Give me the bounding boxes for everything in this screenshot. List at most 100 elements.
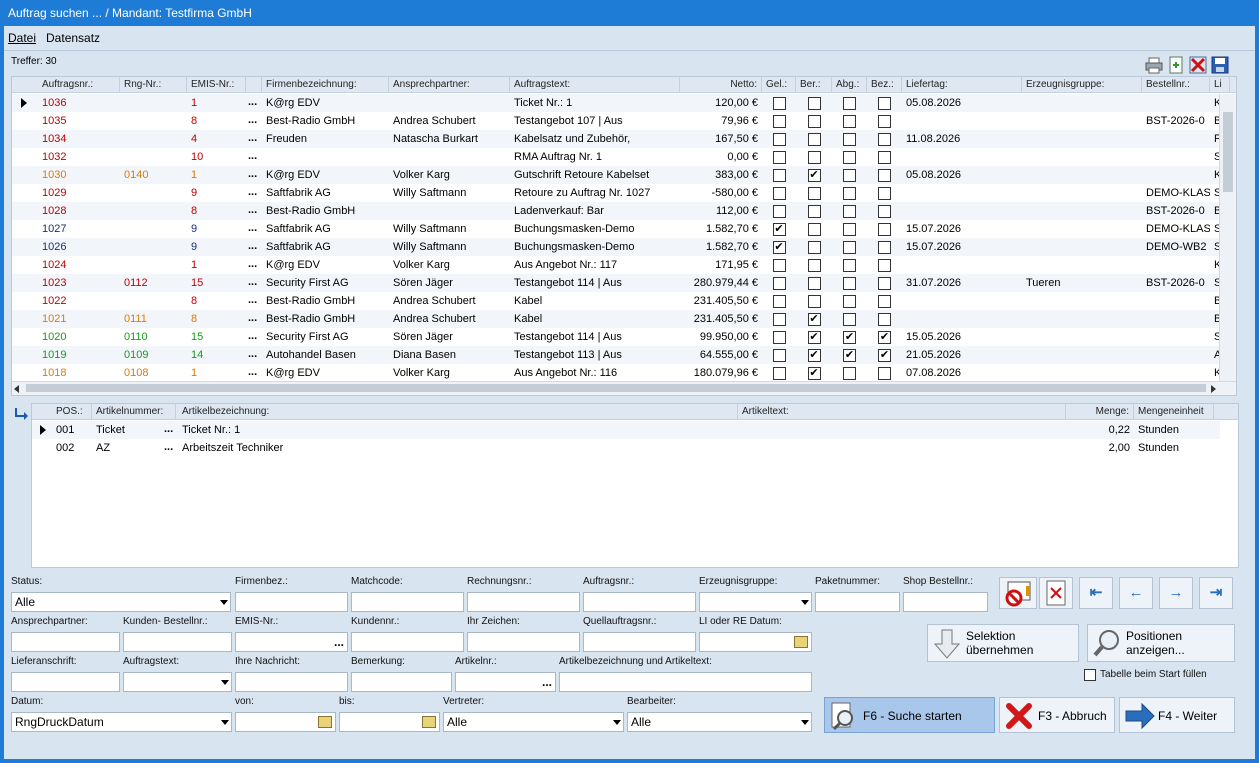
ber-checkbox[interactable]: ✔: [807, 313, 821, 326]
ellipsis-button[interactable]: ...: [248, 202, 257, 220]
orders-row[interactable]: 1024 1... K@rg EDV Volker Karg Aus Angebot N…: [12, 256, 1219, 274]
orders-header-cell[interactable]: Auftragsnr.:: [38, 77, 120, 93]
emis-input[interactable]: ...: [235, 632, 348, 652]
next-record-button[interactable]: →: [1159, 577, 1193, 609]
positions-row[interactable]: 001 Ticket... Ticket Nr.: 1 0,22 Stunden: [32, 421, 1220, 439]
orders-row[interactable]: 1023 0112 15... Security First AG Sören Jäge…: [12, 274, 1219, 292]
gel-checkbox[interactable]: [772, 259, 786, 272]
orders-row[interactable]: 1032 10... RMA Auftrag Nr. 1 0,00 € Sp: [12, 148, 1219, 166]
artbez-input[interactable]: [559, 672, 812, 692]
fill-table-checkbox[interactable]: [1084, 669, 1096, 681]
positions-row[interactable]: 002 AZ... Arbeitszeit Techniker 2,00 Stunden: [32, 439, 1220, 457]
orders-header-cell[interactable]: Li: [1210, 77, 1230, 93]
abg-checkbox[interactable]: [843, 259, 856, 272]
ber-checkbox[interactable]: [807, 259, 821, 272]
lieferanschrift-input[interactable]: [11, 672, 120, 692]
ellipsis-button[interactable]: ...: [248, 292, 257, 310]
orders-row[interactable]: 1021 0111 8... Best-Radio GmbH Andrea Schube…: [12, 310, 1219, 328]
ihrenachricht-input[interactable]: [235, 672, 348, 692]
bis-input[interactable]: [339, 712, 440, 732]
ellipsis-button[interactable]: ...: [164, 439, 173, 457]
positionen-button[interactable]: Positionen anzeigen...: [1087, 624, 1235, 662]
auftragstext-select[interactable]: [123, 672, 232, 692]
clear-filter-button[interactable]: [999, 577, 1037, 609]
orders-header-cell[interactable]: Rng-Nr.:: [120, 77, 187, 93]
orders-header-cell[interactable]: Bez.:: [867, 77, 902, 93]
ellipsis-button[interactable]: ...: [248, 220, 257, 238]
status-select[interactable]: Alle: [11, 592, 231, 612]
bearbeiter-select[interactable]: Alle: [627, 712, 812, 732]
orders-row[interactable]: 1022 8... Best-Radio GmbH Andrea Schubert Ka…: [12, 292, 1219, 310]
gel-checkbox[interactable]: [772, 187, 786, 200]
datum-select[interactable]: RngDruckDatum: [11, 712, 232, 732]
ellipsis-button[interactable]: ...: [248, 364, 257, 382]
bemerkung-input[interactable]: [351, 672, 452, 692]
ellipsis-button[interactable]: ...: [248, 310, 257, 328]
bez-checkbox[interactable]: [878, 151, 891, 164]
gel-checkbox[interactable]: [772, 151, 786, 164]
vertreter-select[interactable]: Alle: [443, 712, 624, 732]
gel-checkbox[interactable]: [772, 133, 786, 146]
abg-checkbox[interactable]: [843, 151, 856, 164]
orders-header-cell[interactable]: Abg.:: [832, 77, 867, 93]
orders-header-cell[interactable]: Netto:: [680, 77, 762, 93]
positions-header-cell[interactable]: Artikelnummer:: [92, 404, 176, 420]
ber-checkbox[interactable]: [807, 187, 821, 200]
auftragsnr-input[interactable]: [583, 592, 696, 612]
gel-checkbox[interactable]: [772, 277, 786, 290]
abg-checkbox[interactable]: [843, 313, 856, 326]
search-button[interactable]: F6 - Suche starten: [824, 697, 995, 733]
bez-checkbox[interactable]: [878, 241, 891, 254]
bez-checkbox[interactable]: [878, 259, 891, 272]
firmenbez-input[interactable]: [235, 592, 348, 612]
artikelnr-input[interactable]: ...: [455, 672, 556, 692]
orders-header-spacer[interactable]: [246, 77, 262, 93]
save-icon[interactable]: [1211, 56, 1229, 74]
bez-checkbox[interactable]: [878, 205, 891, 218]
rechnungsnr-input[interactable]: [467, 592, 580, 612]
positions-grid[interactable]: POS.: Artikelnummer: Artikelbezeichnung: Ar…: [31, 403, 1239, 568]
lidatum-input[interactable]: [699, 632, 812, 652]
quellauftrag-input[interactable]: [583, 632, 696, 652]
gel-checkbox[interactable]: [772, 349, 786, 362]
orders-row[interactable]: 1020 0110 15... Security First AG Sören Jäge…: [12, 328, 1219, 346]
positions-header-cell[interactable]: Menge:: [1066, 404, 1134, 420]
von-input[interactable]: [235, 712, 336, 732]
shop-input[interactable]: [903, 592, 988, 612]
orders-row[interactable]: 1035 8... Best-Radio GmbH Andrea Schubert Te…: [12, 112, 1219, 130]
gel-checkbox[interactable]: [772, 169, 786, 182]
calendar-icon[interactable]: [794, 636, 808, 648]
ber-checkbox[interactable]: ✔: [807, 367, 821, 380]
orders-header-cell[interactable]: Erzeugnisgruppe:: [1022, 77, 1142, 93]
ber-checkbox[interactable]: [807, 277, 821, 290]
bez-checkbox[interactable]: [878, 169, 891, 182]
gel-checkbox[interactable]: ✔: [772, 241, 786, 254]
positions-header-cell[interactable]: POS.:: [52, 404, 92, 420]
orders-header-cell[interactable]: EMIS-Nr.:: [187, 77, 246, 93]
matchcode-input[interactable]: [351, 592, 464, 612]
gel-checkbox[interactable]: [772, 115, 786, 128]
orders-header-cell[interactable]: Ansprechpartner:: [389, 77, 510, 93]
ber-checkbox[interactable]: ✔: [807, 331, 821, 344]
bez-checkbox[interactable]: [878, 277, 891, 290]
selektion-button[interactable]: Selektion übernehmen: [927, 624, 1079, 662]
orders-row[interactable]: 1034 4... Freuden Natascha Burkart Kabelsatz…: [12, 130, 1219, 148]
abg-checkbox[interactable]: [843, 277, 856, 290]
bez-checkbox[interactable]: [878, 295, 891, 308]
bez-checkbox[interactable]: [878, 367, 891, 380]
positions-header-cell[interactable]: Artikeltext:: [738, 404, 1066, 420]
bez-checkbox[interactable]: [878, 187, 891, 200]
orders-row[interactable]: 1030 0140 1... K@rg EDV Volker Karg Gutschrif…: [12, 166, 1219, 184]
ellipsis-button[interactable]: ...: [248, 94, 257, 112]
abg-checkbox[interactable]: [843, 133, 856, 146]
ansprechpartner-input[interactable]: [11, 632, 120, 652]
abg-checkbox[interactable]: [843, 205, 856, 218]
abg-checkbox[interactable]: ✔: [843, 349, 856, 362]
orders-header-cell[interactable]: Firmenbezeichnung:: [262, 77, 389, 93]
abg-checkbox[interactable]: [843, 115, 856, 128]
orders-row[interactable]: 1029 9... Saftfabrik AG Willy Saftmann Retou…: [12, 184, 1219, 202]
gel-checkbox[interactable]: [772, 97, 786, 110]
kundennr-input[interactable]: [351, 632, 464, 652]
abg-checkbox[interactable]: [843, 169, 856, 182]
orders-row[interactable]: 1036 1... K@rg EDV Ticket Nr.: 1 120,00 € 05.…: [12, 94, 1219, 112]
